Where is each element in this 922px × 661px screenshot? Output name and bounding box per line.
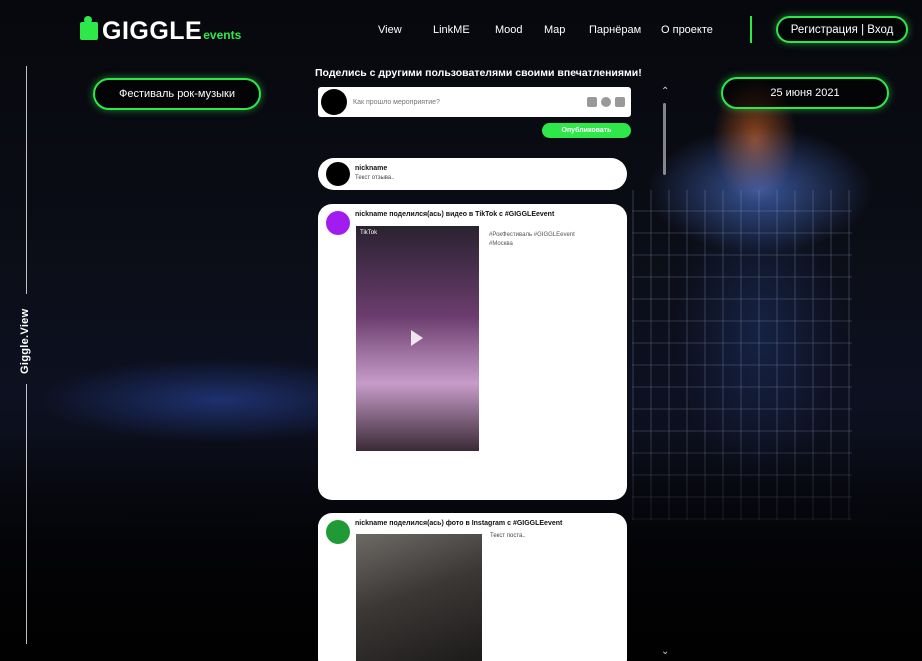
tiktok-badge: TikTok [360,230,378,236]
post-tag-line: #Москва [489,241,513,247]
main-nav: View LinkME Mood Map Парнёрам О проекте [378,24,713,36]
date-filter-button[interactable]: 25 июня 2021 [721,77,889,109]
stage-rig [632,190,852,520]
review-card: nickname Текст отзыва.. [318,158,627,190]
tiktok-post-card: nickname поделился(ась) видео в TikTok с… [318,204,627,500]
nav-view[interactable]: View [378,24,433,36]
share-input[interactable] [353,98,587,106]
nav-about[interactable]: О проекте [661,24,713,36]
review-text: Текст отзыва.. [355,175,395,181]
review-nickname[interactable]: nickname [355,165,387,172]
scroll-up-icon[interactable]: ⌃ [661,86,669,97]
tiktok-icon[interactable] [615,97,625,107]
share-box [318,87,631,117]
vk-icon[interactable] [601,97,611,107]
post-tags: #РокФестиваль #GIGGLEevent #Москва [489,231,619,249]
user-avatar [321,89,347,115]
nav-mood[interactable]: Mood [495,24,544,36]
nav-map[interactable]: Map [544,24,589,36]
review-avatar [326,162,350,186]
rail-line-bottom [26,384,27,644]
event-filter-button[interactable]: Фестиваль рок-музыки [93,78,261,110]
rail-line-top [26,66,27,294]
share-title: Поделись с другими пользователями своими… [315,67,642,79]
logo-main: GIGGLE [102,17,203,45]
nav-divider [750,16,752,43]
post-header: nickname поделился(ась) видео в TikTok с… [355,211,555,218]
rail-label: Giggle.View [19,308,31,374]
post-header: nickname поделился(ась) фото в Instagram… [355,520,563,527]
logo[interactable]: GIGGLE events [80,16,242,45]
instagram-icon[interactable] [587,97,597,107]
share-icons [587,97,625,107]
post-text: Текст поста.. [490,533,526,539]
nav-linkme[interactable]: LinkME [433,24,495,36]
publish-button[interactable]: Опубликовать [542,123,631,138]
auth-button[interactable]: Регистрация | Вход [776,16,908,43]
nav-partners[interactable]: Парнёрам [589,24,661,36]
instagram-post-card: nickname поделился(ась) фото в Instagram… [318,513,627,661]
logo-sub: events [203,28,242,42]
scrollbar[interactable] [663,103,666,175]
play-icon[interactable] [411,330,423,346]
instagram-photo[interactable] [356,534,482,661]
tiktok-video[interactable]: TikTok [356,226,479,451]
logo-puzzle-icon [80,16,98,40]
scroll-down-icon[interactable]: ⌄ [661,646,669,657]
post-tag-line: #РокФестиваль #GIGGLEevent [489,232,575,238]
post-avatar [326,211,350,235]
post-avatar [326,520,350,544]
